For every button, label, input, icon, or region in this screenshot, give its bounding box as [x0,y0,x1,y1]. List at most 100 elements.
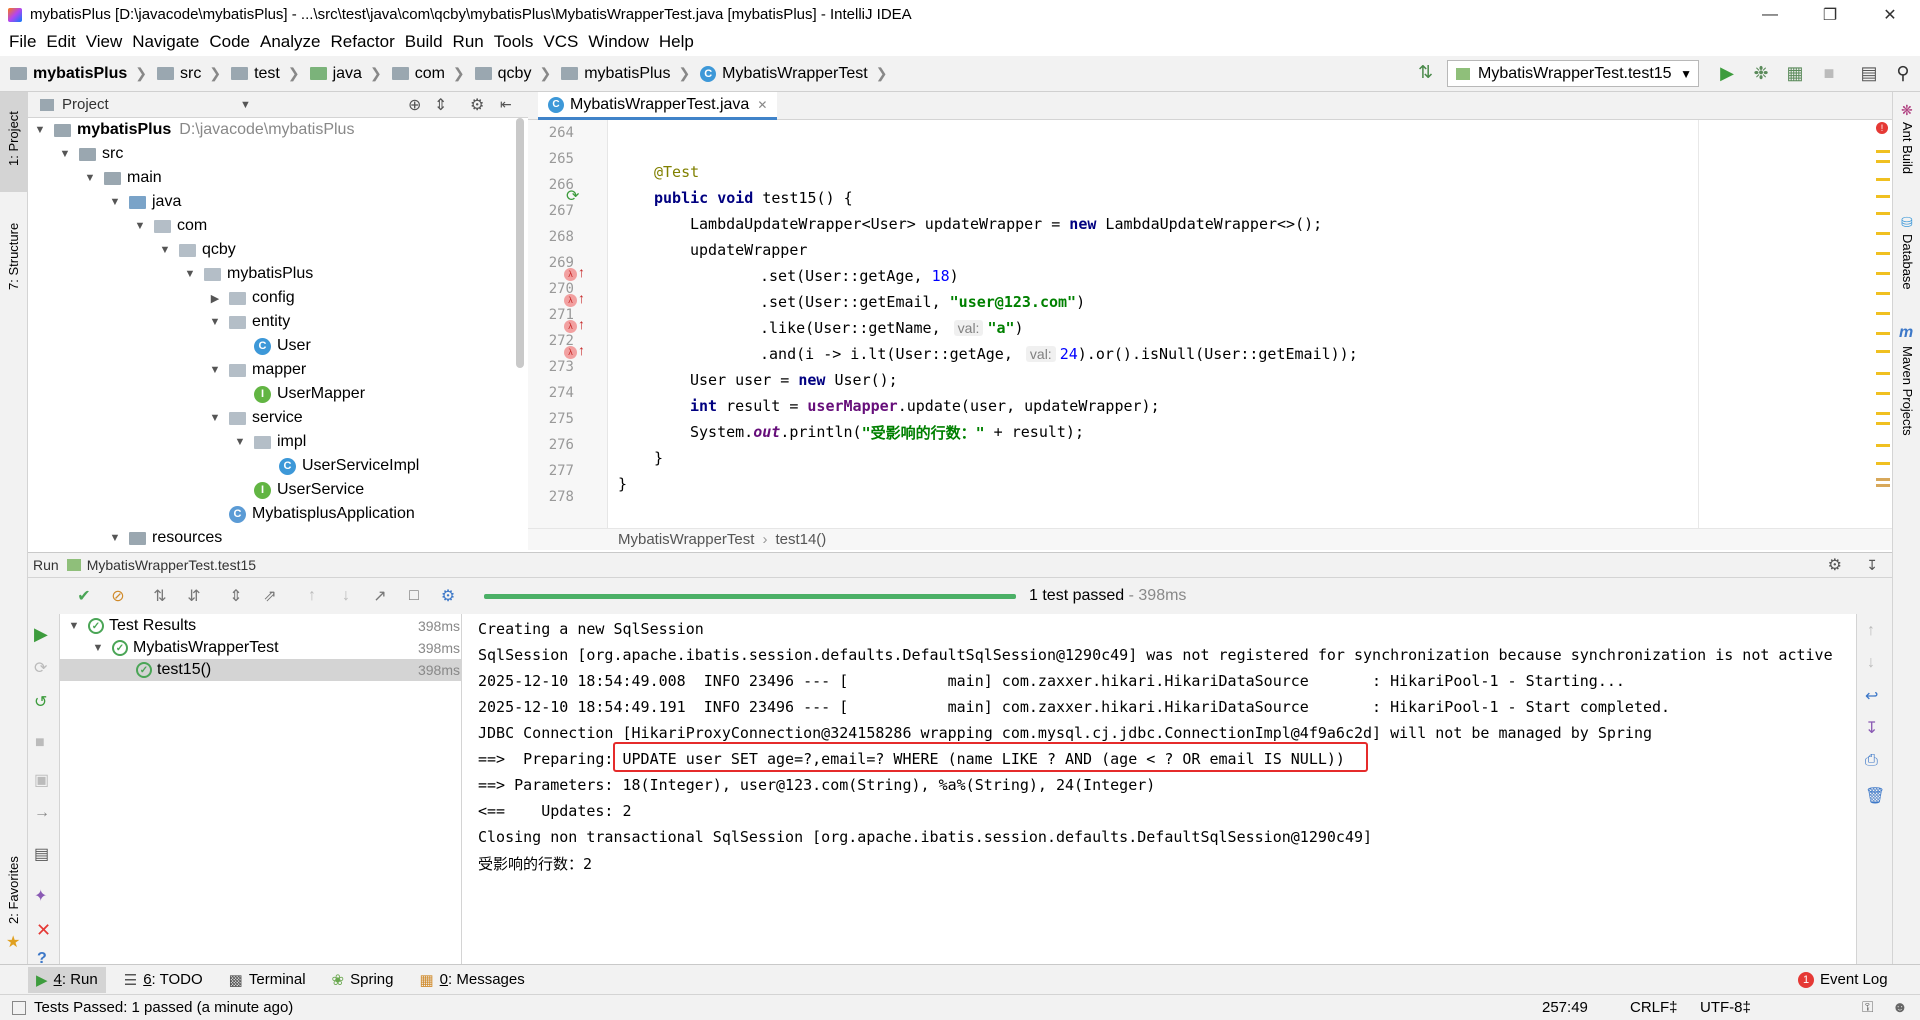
favorites-tool-button[interactable]: 2: Favorites [6,856,21,924]
project-tool-button[interactable]: 1: Project [6,111,21,166]
previous-test-icon[interactable]: ↑ [300,584,324,608]
expanded-arrow-icon[interactable]: ▼ [84,172,96,184]
view-dropdown-icon[interactable]: ▼ [240,99,251,111]
scroll-to-end-icon[interactable]: ↧ [1865,718,1878,738]
tree-node[interactable]: ▼ resources [109,526,223,550]
error-stripe-marker[interactable] [1876,232,1890,235]
close-tab-icon[interactable]: ✕ [757,98,767,112]
error-stripe-marker[interactable] [1876,252,1890,255]
tree-node[interactable]: ▼ qcby [159,238,236,262]
expanded-arrow-icon[interactable]: ▼ [209,316,221,328]
breadcrumb-java[interactable]: java ❯ [309,65,382,83]
coverage-icon[interactable]: ▦ [1784,62,1806,84]
tree-node[interactable]: ▼ entity [209,310,291,334]
event-log-button[interactable]: 1 Event Log [1790,967,1896,992]
run-tab-config[interactable]: MybatisWrapperTest.test15 [87,557,256,573]
collapse-all-icon[interactable]: ⇗ [258,584,282,608]
tree-node[interactable]: C UserServiceImpl [259,454,419,478]
error-stripe-marker[interactable] [1876,332,1890,335]
spring-tool-window-button[interactable]: ❀ Spring [324,967,402,993]
rerun-failed-icon[interactable]: ⟳ [34,658,47,678]
minimize-button[interactable]: — [1740,0,1800,29]
stop-icon[interactable]: ■ [1818,62,1840,84]
error-stripe-marker[interactable] [1876,422,1890,425]
error-stripe-marker[interactable] [1876,462,1890,465]
down-arrow-icon[interactable]: ↓ [1867,654,1875,672]
tree-node[interactable]: C User [234,334,311,358]
error-stripe-marker[interactable] [1876,160,1890,163]
toggle-tool-windows-icon[interactable] [12,1000,26,1015]
menu-analyze[interactable]: Analyze [260,32,320,52]
breadcrumb-project[interactable]: mybatisPlus ❯ [10,65,147,83]
file-encoding[interactable]: UTF-8‡ [1700,999,1751,1016]
override-up-icon[interactable]: ↑ [578,342,585,358]
tree-node[interactable]: ▼ com [134,214,208,238]
lambda-gutter-icon[interactable]: λ [564,320,577,333]
error-indicator-icon[interactable]: ! [1876,122,1888,134]
lock-icon[interactable]: ⚿ [1862,999,1873,1016]
code-editor[interactable]: @Test public void test15() { LambdaUpdat… [608,120,1892,528]
settings-gear-icon[interactable]: ⚙ [470,95,484,115]
error-stripe-marker[interactable] [1876,178,1890,181]
import-results-icon[interactable]: □ [402,584,426,608]
restore-button[interactable]: ❐ [1800,0,1860,29]
messages-tool-window-button[interactable]: ▦ 0: Messages [411,967,532,993]
menu-window[interactable]: Window [588,32,648,52]
menu-navigate[interactable]: Navigate [132,32,199,52]
breadcrumb-com[interactable]: com ❯ [391,65,465,83]
menu-build[interactable]: Build [405,32,443,52]
run-icon[interactable]: ▶ [1716,62,1738,84]
expanded-arrow-icon[interactable]: ▼ [209,364,221,376]
print-icon[interactable]: ⎙ [1865,752,1878,770]
error-stripe-marker[interactable] [1876,150,1890,153]
expanded-arrow-icon[interactable]: ▼ [109,196,121,208]
expanded-arrow-icon[interactable]: ▼ [68,620,80,632]
clear-all-icon[interactable]: 🗑 [1865,786,1885,806]
menu-tools[interactable]: Tools [494,32,534,52]
build-arrow-icon[interactable]: ⇅ [1418,62,1433,83]
editor-breadcrumb-method[interactable]: test14() [775,531,826,548]
database-tool-button[interactable]: Database [1900,234,1915,290]
menu-vcs[interactable]: VCS [543,32,578,52]
breadcrumb-mybatisplus[interactable]: mybatisPlus ❯ [561,65,690,83]
expanded-arrow-icon[interactable]: ▼ [34,124,46,136]
hide-panel-icon[interactable]: ⇤ [500,96,512,113]
show-ignored-icon[interactable]: ⊘ [106,584,130,608]
todo-tool-window-button[interactable]: ☰ 6: TODO [116,967,211,993]
line-separator[interactable]: CRLF‡ [1630,999,1678,1016]
collapse-all-icon[interactable]: ⇕ [434,95,447,115]
expanded-arrow-icon[interactable]: ▼ [59,148,71,160]
exit-icon[interactable]: → [34,804,50,822]
toggle-autotest-icon[interactable]: ↺ [34,692,47,712]
collapsed-arrow-icon[interactable]: ▶ [209,292,221,305]
menu-run[interactable]: Run [453,32,484,52]
export-results-icon[interactable]: ↗ [368,584,392,608]
expanded-arrow-icon[interactable]: ▼ [184,268,196,280]
lambda-gutter-icon[interactable]: λ [564,346,577,359]
menu-edit[interactable]: Edit [46,32,75,52]
rerun-icon[interactable]: ▶ [34,624,48,645]
expanded-arrow-icon[interactable]: ▼ [159,244,171,256]
dump-threads-icon[interactable]: ▣ [34,770,49,790]
project-scrollbar[interactable] [516,118,524,368]
error-stripe-marker[interactable] [1876,412,1890,415]
tree-node[interactable]: ▼ mapper [209,358,307,382]
error-stripe-marker[interactable] [1876,392,1890,395]
lambda-gutter-icon[interactable]: λ [564,294,577,307]
error-stripe-marker[interactable] [1876,195,1890,198]
override-up-icon[interactable]: ↑ [578,290,585,306]
expanded-arrow-icon[interactable]: ▼ [234,436,246,448]
run-configuration-select[interactable]: MybatisWrapperTest.test15 ▼ [1447,60,1699,87]
sort-alpha-icon[interactable]: ⇅ [148,584,172,608]
locate-file-icon[interactable]: ⊕ [408,95,421,115]
soft-wrap-icon[interactable]: ↩ [1865,686,1878,706]
override-up-icon[interactable]: ↑ [578,316,585,332]
test-result-node[interactable]: ▼ ✓ MybatisWrapperTest 398ms [60,637,462,659]
tree-node[interactable]: ▼ mybatisPlus D:\javacode\mybatisPlus [34,118,355,142]
error-stripe-marker[interactable] [1876,444,1890,447]
caret-position[interactable]: 257:49 [1542,999,1588,1016]
menu-code[interactable]: Code [209,32,250,52]
terminal-tool-window-button[interactable]: ▩ Terminal [221,967,314,993]
expand-all-icon[interactable]: ⇕ [224,584,248,608]
tree-node[interactable]: ▼ impl [234,430,307,454]
